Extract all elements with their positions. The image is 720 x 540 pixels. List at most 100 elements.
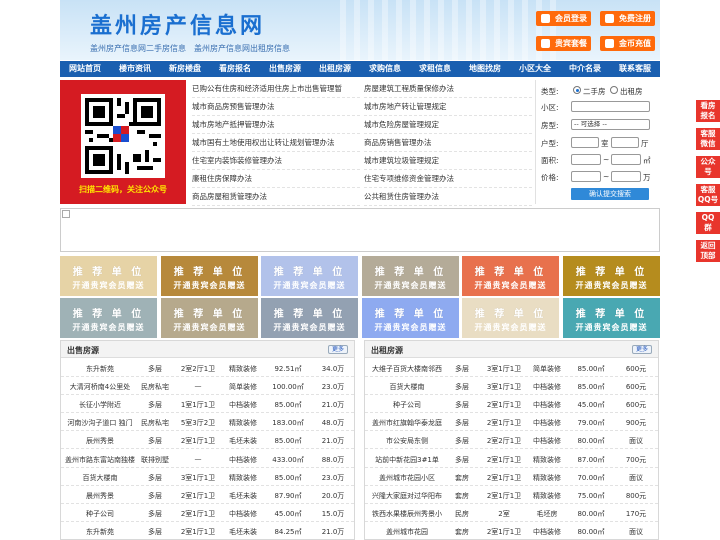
hall-select[interactable] (611, 137, 639, 148)
news-link[interactable]: 已购公有住房和经济适用住房上市出售管理暂 (192, 80, 360, 98)
news-link[interactable]: 住宅室内装饰装修管理办法 (192, 152, 360, 170)
listing-name[interactable]: 盖州城市花园 (365, 527, 449, 537)
recommend-slot[interactable]: 推 荐 单 位开通贵宾会员赠送 (563, 256, 660, 296)
listing-row[interactable]: 盖州市红旗翰华泰龙庭 多层 2室1厅1卫 中档装修 79.00㎡ 900元 (365, 413, 658, 432)
listing-name[interactable]: 盖州城市花园小区 (365, 473, 449, 483)
nav-agents[interactable]: 中介名录 (560, 61, 610, 77)
recommend-slot[interactable]: 推 荐 单 位开通贵宾会员赠送 (261, 298, 358, 338)
site-title[interactable]: 盖州房产信息网 (90, 8, 265, 40)
recommend-slot[interactable]: 推 荐 单 位开通贵宾会员赠送 (462, 298, 559, 338)
listing-name[interactable]: 百货大楼南 (365, 382, 449, 392)
listing-name[interactable]: 长征小学附近 (61, 400, 139, 410)
listing-name[interactable]: 东升新苑 (61, 527, 139, 537)
sidebar-wechat[interactable]: 客服 微信 (696, 128, 720, 150)
news-link[interactable]: 城市国有土地使用权出让转让规划管理办法 (192, 134, 360, 152)
area-min-input[interactable] (571, 154, 601, 165)
nav-want-buy[interactable]: 求购信息 (360, 61, 410, 77)
recommend-slot[interactable]: 推 荐 单 位开通贵宾会员赠送 (60, 256, 157, 296)
news-link[interactable]: 公共租赁住房管理办法 (364, 188, 532, 206)
listing-name[interactable]: 市公安局东侧 (365, 436, 449, 446)
news-link[interactable]: 城市房地产抵押管理办法 (192, 116, 360, 134)
price-min-input[interactable] (571, 171, 601, 182)
radio-rent[interactable] (610, 86, 618, 94)
listing-row[interactable]: 铁西水果楼辰州秀景小 民房 2室 毛坯房 80.00㎡ 170元 (365, 504, 658, 522)
news-link[interactable]: 廉租住房保障办法 (192, 170, 360, 188)
search-submit-button[interactable]: 确认提交搜索 (571, 188, 649, 200)
listing-row[interactable]: 大维子百货大楼南邻西 多层 3室1厅1卫 简单装修 85.00㎡ 600元 (365, 359, 658, 377)
vip-package-button[interactable]: 贵宾套餐 (536, 36, 591, 51)
nav-map[interactable]: 地图找房 (460, 61, 510, 77)
sidebar-back-to-top[interactable]: 返回 顶部 (696, 240, 720, 262)
listing-name[interactable]: 晨州秀景 (61, 491, 139, 501)
listing-row[interactable]: 市公安局东侧 多层 2室2厅1卫 中档装修 80.00㎡ 面议 (365, 431, 658, 450)
news-link[interactable]: 住宅专项维修资金管理办法 (364, 170, 532, 188)
listing-row[interactable]: 东升新苑 多层 2室1厅1卫 毛坯未装 84.25㎡ 21.0万 (61, 522, 354, 539)
banner-ad[interactable] (60, 208, 660, 252)
listing-name[interactable]: 大清河桥南4公里处 (61, 382, 139, 392)
sidebar-viewing-signup[interactable]: 看房 报名 (696, 100, 720, 122)
sidebar-qq[interactable]: 客服 QQ号 (696, 184, 720, 206)
nav-for-rent[interactable]: 出租房源 (310, 61, 360, 77)
recommend-slot[interactable]: 推 荐 单 位开通贵宾会员赠送 (161, 298, 258, 338)
house-type-select[interactable]: -- 可选择 -- (571, 119, 650, 130)
nav-news[interactable]: 楼市资讯 (110, 61, 160, 77)
listing-row[interactable]: 东升新苑 多层 2室2厅1卫 精致装修 92.51㎡ 34.0万 (61, 359, 354, 377)
nav-viewing-signup[interactable]: 看房报名 (210, 61, 260, 77)
listing-row[interactable]: 种子公司 多层 2室1厅1卫 中档装修 45.00㎡ 15.0万 (61, 504, 354, 522)
listing-name[interactable]: 大维子百货大楼南邻西 (365, 364, 449, 374)
room-select[interactable] (571, 137, 599, 148)
nav-want-rent[interactable]: 求租信息 (410, 61, 460, 77)
listing-row[interactable]: 百货大楼南 多层 3室1厅1卫 精致装修 85.00㎡ 23.0万 (61, 468, 354, 486)
recommend-slot[interactable]: 推 荐 单 位开通贵宾会员赠送 (362, 298, 459, 338)
nav-for-sale[interactable]: 出售房源 (260, 61, 310, 77)
register-button[interactable]: 免费注册 (600, 11, 655, 26)
listing-name[interactable]: 兴隆大家庭对过华阳布 (365, 491, 449, 501)
listing-name[interactable]: 东升新苑 (61, 364, 139, 374)
listing-row[interactable]: 兴隆大家庭对过华阳布 套房 2室1厅1卫 精致装修 75.00㎡ 800元 (365, 486, 658, 504)
listing-row[interactable]: 晨州秀景 多层 2室1厅1卫 毛坯未装 87.90㎡ 20.0万 (61, 486, 354, 504)
recommend-slot[interactable]: 推 荐 单 位开通贵宾会员赠送 (462, 256, 559, 296)
login-button[interactable]: 会员登录 (536, 11, 591, 26)
listing-row[interactable]: 盖州城市花园 套房 2室1厅1卫 中档装修 80.00㎡ 面议 (365, 522, 658, 539)
listing-name[interactable]: 铁西水果楼辰州秀景小 (365, 509, 449, 519)
listing-name[interactable]: 盖州市红旗翰华泰龙庭 (365, 418, 449, 428)
area-max-input[interactable] (611, 154, 641, 165)
listing-row[interactable]: 盖州城市花园小区 套房 2室1厅1卫 精致装修 70.00㎡ 面议 (365, 468, 658, 486)
recommend-slot[interactable]: 推 荐 单 位开通贵宾会员赠送 (563, 298, 660, 338)
news-link[interactable]: 房屋建筑工程质量保修办法 (364, 80, 532, 98)
listing-row[interactable]: 盖州市路东富站南独楼 联排别墅 — 中档装修 433.00㎡ 88.0万 (61, 450, 354, 468)
listing-name[interactable]: 河南沙沟子道口 独门 (61, 418, 139, 428)
news-link[interactable]: 城市危险房屋管理规定 (364, 116, 532, 134)
sidebar-qq-group[interactable]: QQ 群 (696, 212, 720, 234)
sale-more-button[interactable]: 更多 (328, 345, 348, 354)
community-input[interactable] (571, 101, 650, 112)
listing-row[interactable]: 辰州秀景 多层 2室1厅1卫 毛坯未装 85.00㎡ 21.0万 (61, 431, 354, 450)
listing-row[interactable]: 长征小学附近 多层 1室1厅1卫 中档装修 85.00㎡ 21.0万 (61, 395, 354, 414)
nav-new-homes[interactable]: 新房楼盘 (160, 61, 210, 77)
listing-row[interactable]: 河南沙沟子道口 独门 民房私宅 5室3厅2卫 精致装修 183.00㎡ 48.0万 (61, 413, 354, 432)
price-max-input[interactable] (611, 171, 641, 182)
sidebar-public-account[interactable]: 公众号 (696, 156, 720, 178)
listing-row[interactable]: 站前中新花园3#1单 多层 2室1厅1卫 精致装修 87.00㎡ 700元 (365, 450, 658, 468)
listing-name[interactable]: 站前中新花园3#1单 (365, 455, 449, 465)
news-link[interactable]: 商品房销售管理办法 (364, 134, 532, 152)
recommend-slot[interactable]: 推 荐 单 位开通贵宾会员赠送 (161, 256, 258, 296)
nav-home[interactable]: 网站首页 (60, 61, 110, 77)
recommend-slot[interactable]: 推 荐 单 位开通贵宾会员赠送 (362, 256, 459, 296)
recharge-button[interactable]: 金币充值 (600, 36, 655, 51)
listing-row[interactable]: 大清河桥南4公里处 民房私宅 — 简单装修 100.00㎡ 23.0万 (61, 377, 354, 396)
listing-row[interactable]: 百货大楼南 多层 3室1厅1卫 中档装修 85.00㎡ 600元 (365, 377, 658, 396)
news-link[interactable]: 城市建筑垃圾管理规定 (364, 152, 532, 170)
listing-name[interactable]: 盖州市路东富站南独楼 (61, 455, 139, 465)
listing-row[interactable]: 种子公司 多层 2室1厅1卫 中档装修 45.00㎡ 600元 (365, 395, 658, 414)
listing-name[interactable]: 辰州秀景 (61, 436, 139, 446)
recommend-slot[interactable]: 推 荐 单 位开通贵宾会员赠送 (60, 298, 157, 338)
news-link[interactable]: 城市房地产转让管理规定 (364, 98, 532, 116)
listing-name[interactable]: 百货大楼南 (61, 473, 139, 483)
recommend-slot[interactable]: 推 荐 单 位开通贵宾会员赠送 (261, 256, 358, 296)
nav-support[interactable]: 联系客服 (610, 61, 660, 77)
news-link[interactable]: 城市商品房预售管理办法 (192, 98, 360, 116)
news-link[interactable]: 商品房屋租赁管理办法 (192, 188, 360, 206)
rent-more-button[interactable]: 更多 (632, 345, 652, 354)
listing-name[interactable]: 种子公司 (365, 400, 449, 410)
